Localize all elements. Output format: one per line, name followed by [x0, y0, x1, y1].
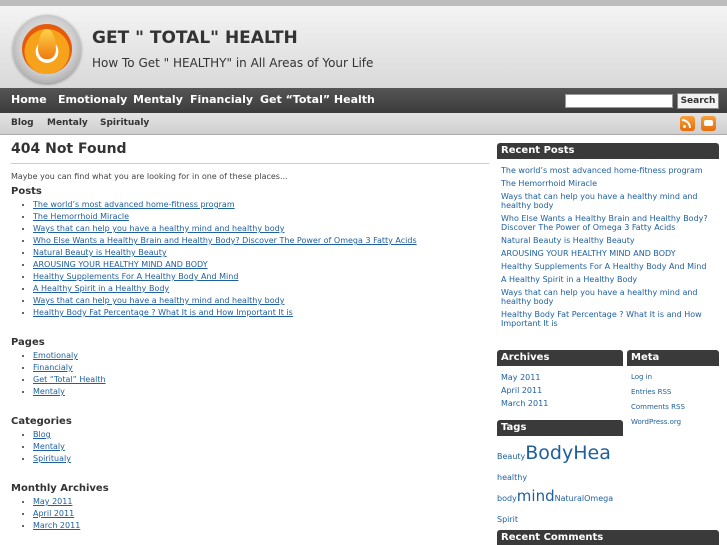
- archives-heading: Archives: [497, 350, 623, 366]
- tags-heading: Tags: [497, 420, 623, 436]
- search-button[interactable]: Search: [677, 93, 719, 109]
- recent-posts-list: The world’s most advanced home-fitness p…: [501, 166, 717, 332]
- recent-post-link[interactable]: Who Else Wants a Healthy Brain and Healt…: [501, 214, 717, 232]
- category-link[interactable]: Blog: [33, 430, 51, 439]
- recent-post-link[interactable]: Healthy Supplements For A Healthy Body A…: [501, 262, 717, 271]
- recent-post-link[interactable]: AROUSING YOUR HEALTHY MIND AND BODY: [501, 249, 717, 258]
- categories-heading: Categories: [11, 416, 72, 427]
- post-link[interactable]: Natural Beauty is Healthy Beauty: [33, 248, 167, 257]
- category-link[interactable]: Mentaly: [33, 442, 65, 451]
- tag-omega[interactable]: Omega: [584, 494, 613, 503]
- tag-beauty[interactable]: Beauty: [497, 452, 525, 461]
- nav-item-mentaly[interactable]: Mentaly: [133, 93, 183, 106]
- category-link[interactable]: Spiritualy: [33, 454, 71, 463]
- monthly-archives-list: May 2011 April 2011 March 2011: [11, 496, 489, 532]
- recent-post-link[interactable]: Ways that can help you have a healthy mi…: [501, 288, 717, 306]
- pages-heading: Pages: [11, 337, 45, 348]
- nav-item-emotionaly[interactable]: Emotionaly: [58, 93, 127, 106]
- meta-link-comments-rss[interactable]: Comments RSS: [631, 403, 719, 412]
- archives-list: May 2011 April 2011 March 2011: [501, 373, 621, 412]
- tag-healthy[interactable]: healthy: [497, 473, 527, 482]
- post-link[interactable]: AROUSING YOUR HEALTHY MIND AND BODY: [33, 260, 208, 269]
- archive-link[interactable]: May 2011: [501, 373, 621, 382]
- tag-mind[interactable]: mind: [517, 487, 555, 505]
- post-link[interactable]: Healthy Supplements For A Healthy Body A…: [33, 272, 238, 281]
- page-title: 404 Not Found: [11, 141, 489, 164]
- comment-feed-icon[interactable]: [701, 116, 716, 131]
- nav-item-total-health[interactable]: Get “Total” Health: [260, 93, 375, 106]
- site-description: How To Get " HEALTHY" in All Areas of Yo…: [92, 56, 374, 70]
- post-link[interactable]: Ways that can help you have a healthy mi…: [33, 296, 284, 305]
- recent-post-link[interactable]: A Healthy Spirit in a Healthy Body: [501, 275, 717, 284]
- nav-item-financialy[interactable]: Financialy: [190, 93, 253, 106]
- post-link[interactable]: The Hemorrhoid Miracle: [33, 212, 129, 221]
- meta-heading: Meta: [627, 350, 719, 366]
- page-link[interactable]: Emotionaly: [33, 351, 78, 360]
- recent-post-link[interactable]: The world’s most advanced home-fitness p…: [501, 166, 717, 175]
- post-link[interactable]: A Healthy Spirit in a Healthy Body: [33, 284, 169, 293]
- subnav-item-mentaly[interactable]: Mentaly: [47, 118, 88, 128]
- posts-list: The world’s most advanced home-fitness p…: [11, 199, 489, 319]
- recent-post-link[interactable]: The Hemorrhoid Miracle: [501, 179, 717, 188]
- recent-post-link[interactable]: Ways that can help you have a healthy mi…: [501, 192, 717, 210]
- rss-icon[interactable]: [680, 116, 695, 131]
- page-link[interactable]: Get “Total” Health: [33, 375, 106, 384]
- search-input[interactable]: [565, 94, 673, 108]
- post-link[interactable]: The world’s most advanced home-fitness p…: [33, 200, 235, 209]
- main-nav: Home Emotionaly Mentaly Financialy Get “…: [0, 88, 727, 113]
- archive-link[interactable]: May 2011: [33, 497, 72, 506]
- subnav-item-blog[interactable]: Blog: [11, 118, 34, 128]
- tag-spirit[interactable]: Spirit: [497, 515, 518, 524]
- meta-link-entries-rss[interactable]: Entries RSS: [631, 388, 719, 397]
- post-link[interactable]: Healthy Body Fat Percentage ? What It is…: [33, 308, 293, 317]
- tag-body[interactable]: body: [497, 494, 517, 503]
- meta-list: Log in Entries RSS Comments RSS WordPres…: [631, 373, 719, 433]
- archive-link[interactable]: April 2011: [33, 509, 74, 518]
- post-link[interactable]: Who Else Wants a Healthy Brain and Healt…: [33, 236, 417, 245]
- meta-link-wordpress[interactable]: WordPress.org: [631, 418, 719, 427]
- monthly-archives-heading: Monthly Archives: [11, 483, 109, 494]
- recent-post-link[interactable]: Natural Beauty is Healthy Beauty: [501, 236, 717, 245]
- categories-list: Blog Mentaly Spiritualy: [11, 429, 489, 465]
- posts-heading: Posts: [11, 186, 42, 197]
- pages-list: Emotionaly Financialy Get “Total” Health…: [11, 350, 489, 398]
- archive-link[interactable]: March 2011: [501, 399, 621, 408]
- site-title[interactable]: GET " TOTAL" HEALTH: [92, 28, 298, 48]
- tag-bodyhealth[interactable]: BodyHea: [525, 442, 611, 464]
- meta-link-login[interactable]: Log in: [631, 373, 719, 382]
- subnav-item-spiritualy[interactable]: Spiritualy: [100, 118, 149, 128]
- main-content: 404 Not Found Maybe you can find what yo…: [11, 138, 489, 532]
- archive-link[interactable]: March 2011: [33, 521, 80, 530]
- nav-item-home[interactable]: Home: [11, 93, 47, 106]
- page-link[interactable]: Financialy: [33, 363, 73, 372]
- recent-post-link[interactable]: Healthy Body Fat Percentage ? What It is…: [501, 310, 717, 328]
- tag-cloud: BeautyBodyHea healthy bodymindNaturalOme…: [497, 444, 623, 529]
- post-link[interactable]: Ways that can help you have a healthy mi…: [33, 224, 284, 233]
- recent-posts-heading: Recent Posts: [497, 143, 719, 159]
- tag-natural[interactable]: Natural: [555, 494, 585, 503]
- logo-flame-icon[interactable]: [13, 15, 81, 83]
- intro-text: Maybe you can find what you are looking …: [11, 172, 288, 181]
- recent-comments-heading: Recent Comments: [497, 530, 719, 545]
- archive-link[interactable]: April 2011: [501, 386, 621, 395]
- page-link[interactable]: Mentaly: [33, 387, 65, 396]
- sub-nav: Blog Mentaly Spiritualy: [0, 113, 727, 135]
- site-header: GET " TOTAL" HEALTH How To Get " HEALTHY…: [0, 0, 727, 88]
